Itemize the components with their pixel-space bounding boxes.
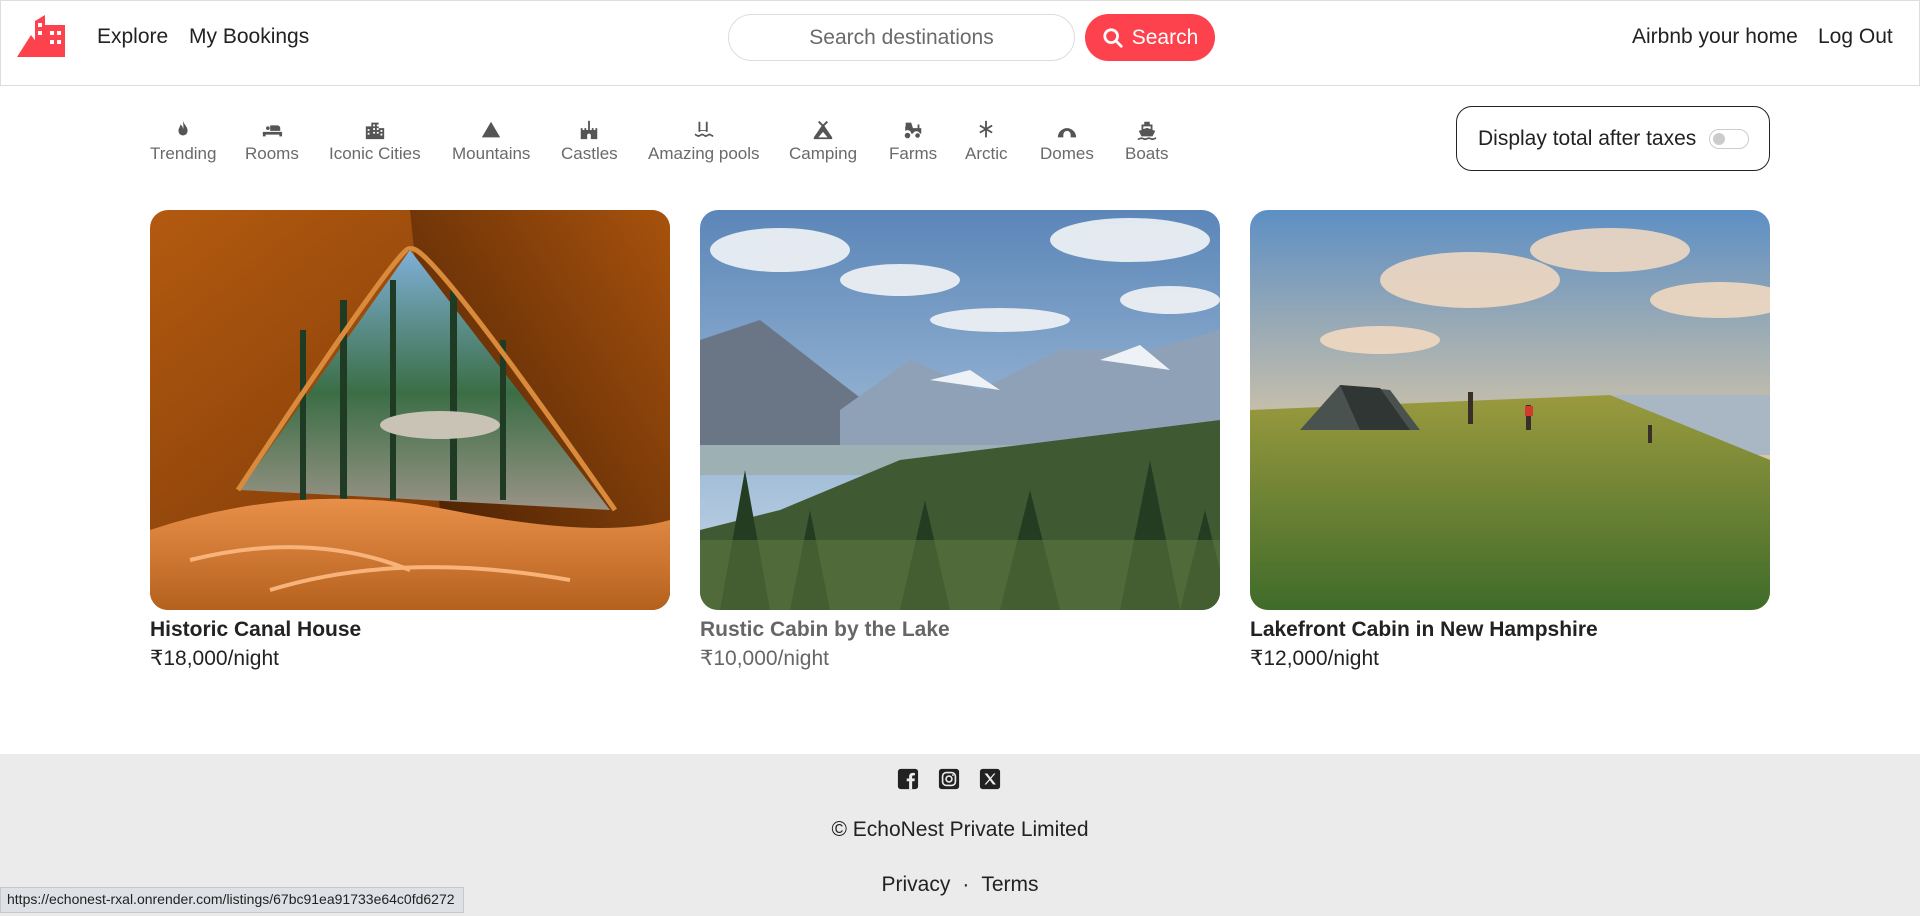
tractor-icon <box>901 118 925 142</box>
filter-farms[interactable]: Farms <box>889 118 937 164</box>
bed-icon <box>260 118 284 142</box>
listing-card[interactable]: Rustic Cabin by the Lake ₹10,000/night <box>700 210 1220 674</box>
filter-label: Farms <box>889 144 938 163</box>
filter-trending[interactable]: Trending <box>150 118 216 164</box>
fire-icon <box>171 118 195 142</box>
instagram-icon[interactable] <box>938 768 960 790</box>
ship-icon <box>1135 118 1159 142</box>
listing-title[interactable]: Historic Canal House <box>150 616 670 644</box>
listing-image[interactable] <box>700 210 1220 610</box>
filter-label: Camping <box>789 144 858 163</box>
search-button[interactable]: Search <box>1085 14 1215 61</box>
listing-title[interactable]: Rustic Cabin by the Lake <box>700 616 1220 644</box>
navbar: Explore My Bookings Search Airbnb your h… <box>0 0 1920 86</box>
legal-separator: · <box>962 873 970 896</box>
search-icon <box>1103 27 1123 48</box>
search-input[interactable] <box>728 14 1075 61</box>
listing-title[interactable]: Lakefront Cabin in New Hampshire <box>1250 616 1770 644</box>
pool-icon <box>692 118 716 142</box>
filter-label: Arctic <box>965 144 1008 163</box>
listing-card[interactable]: Historic Canal House ₹18,000/night <box>150 210 670 674</box>
filter-label: Domes <box>1040 144 1094 163</box>
nav-my-bookings-link[interactable]: My Bookings <box>189 23 309 51</box>
status-bar-url: https://echonest-rxal.onrender.com/listi… <box>0 887 464 913</box>
snowflake-icon <box>974 118 998 142</box>
city-icon <box>363 118 387 142</box>
search-button-label: Search <box>1131 25 1199 49</box>
listing-price: ₹12,000/night <box>1250 647 1379 670</box>
privacy-link[interactable]: Privacy <box>881 873 950 896</box>
filter-domes[interactable]: Domes <box>1040 118 1094 164</box>
filter-label: Trending <box>150 144 217 163</box>
filter-label: Mountains <box>452 144 531 163</box>
copyright-text: © EchoNest Private Limited <box>831 818 1089 841</box>
x-icon[interactable] <box>979 768 1001 790</box>
filter-castles[interactable]: Castles <box>561 118 618 164</box>
filter-label: Iconic Cities <box>329 144 421 163</box>
filter-mountains[interactable]: Mountains <box>452 118 530 164</box>
filter-arctic[interactable]: Arctic <box>965 118 1008 164</box>
filter-rooms[interactable]: Rooms <box>245 118 299 164</box>
filter-camping[interactable]: Camping <box>789 118 857 164</box>
nav-logout-link[interactable]: Log Out <box>1818 23 1893 51</box>
brand-logo-icon[interactable] <box>15 15 69 57</box>
nav-explore-link[interactable]: Explore <box>97 23 168 51</box>
igloo-icon <box>1055 118 1079 142</box>
nav-host-link[interactable]: Airbnb your home <box>1632 23 1798 51</box>
listing-card[interactable]: Lakefront Cabin in New Hampshire ₹12,000… <box>1250 210 1770 674</box>
filter-amazing-pools[interactable]: Amazing pools <box>648 118 760 164</box>
filter-label: Boats <box>1125 144 1169 163</box>
filter-boats[interactable]: Boats <box>1125 118 1168 164</box>
listing-price: ₹10,000/night <box>700 647 829 670</box>
listing-image[interactable] <box>150 210 670 610</box>
campground-icon <box>811 118 835 142</box>
castle-icon <box>577 118 601 142</box>
filter-label: Amazing pools <box>648 144 760 163</box>
filter-label: Rooms <box>245 144 299 163</box>
listing-price: ₹18,000/night <box>150 647 279 670</box>
tax-toggle[interactable]: Display total after taxes <box>1456 106 1770 171</box>
tax-switch[interactable] <box>1709 129 1749 149</box>
listing-image[interactable] <box>1250 210 1770 610</box>
terms-link[interactable]: Terms <box>981 873 1038 896</box>
filter-iconic-cities[interactable]: Iconic Cities <box>329 118 421 164</box>
filter-label: Castles <box>561 144 618 163</box>
tax-toggle-label: Display total after taxes <box>1478 126 1697 150</box>
facebook-icon[interactable] <box>897 768 919 790</box>
social-links <box>897 768 1001 790</box>
mountain-icon <box>479 118 503 142</box>
